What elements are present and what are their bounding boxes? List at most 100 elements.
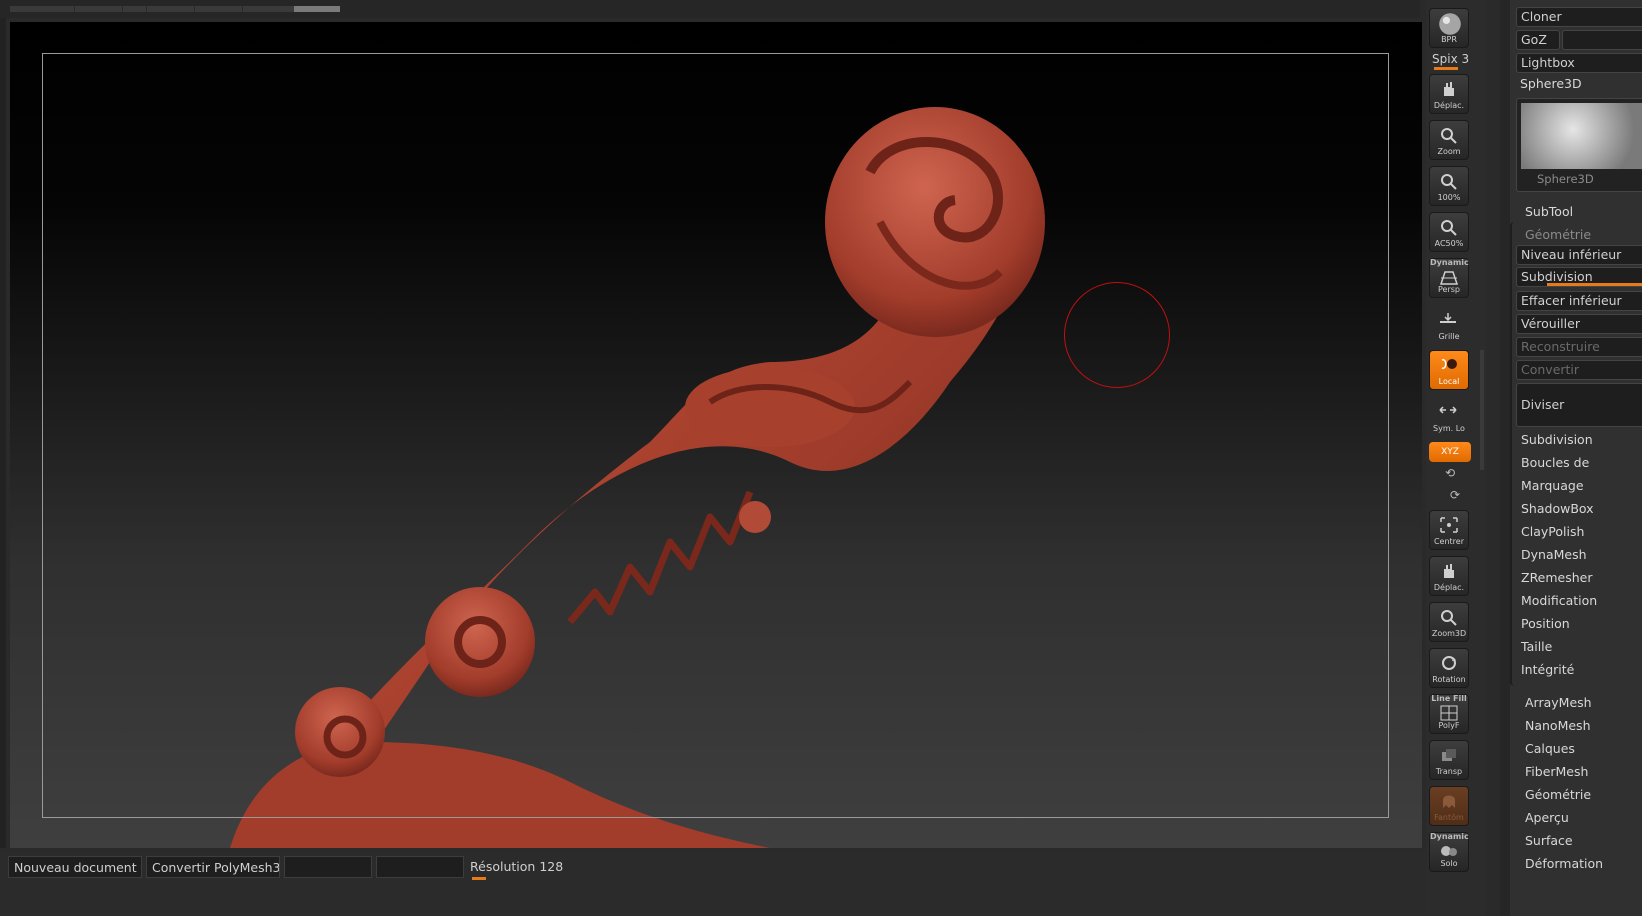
frame-icon: [1440, 517, 1458, 533]
solo-button[interactable]: Dynamic Solo: [1429, 832, 1469, 872]
delete-lower-button[interactable]: Effacer inférieur: [1516, 291, 1642, 311]
tool-label: AC50%: [1434, 239, 1464, 248]
lower-res-button[interactable]: Niveau inférieur: [1516, 245, 1642, 265]
solo-icon: [1441, 846, 1457, 856]
sphere-thumbnail: [1521, 103, 1642, 169]
tool-label: Zoom: [1437, 147, 1461, 156]
spix-slider[interactable]: Spix 3: [1432, 52, 1469, 70]
zoom-icon: [1441, 128, 1457, 144]
resolution-value: 128: [539, 859, 564, 874]
subtool-header[interactable]: SubTool: [1525, 204, 1573, 219]
y-rotation-icon[interactable]: ⟲: [1443, 466, 1457, 480]
geometry-item-subdivision[interactable]: Subdivision: [1521, 432, 1593, 447]
convert-button[interactable]: Convertir: [1516, 360, 1642, 380]
tool-label: Sym. Lo: [1433, 424, 1465, 433]
bpr-label: BPR: [1441, 35, 1457, 44]
tool-label: Grille: [1438, 332, 1460, 341]
xyz-rotation-button[interactable]: XYZ: [1429, 442, 1471, 462]
clone-button[interactable]: Cloner: [1516, 7, 1642, 27]
tool-thumbnail[interactable]: Sphere3D: [1516, 98, 1642, 192]
canvas-viewport[interactable]: [10, 22, 1422, 848]
section-geometry-hd[interactable]: Géométrie: [1525, 787, 1591, 802]
line-fill-label: Line Fill: [1431, 694, 1467, 703]
scrub-track[interactable]: [10, 6, 340, 12]
section-arraymesh[interactable]: ArrayMesh: [1525, 695, 1592, 710]
convert-polymesh-button[interactable]: Convertir PolyMesh3D: [146, 856, 280, 878]
goz-button[interactable]: GoZ: [1516, 30, 1560, 50]
left-tray-edge[interactable]: [0, 18, 6, 848]
move3d-button[interactable]: Déplac.: [1429, 556, 1469, 596]
polyframe-button[interactable]: Line Fill PolyF: [1429, 694, 1469, 734]
antialiased-half-button[interactable]: AC50%: [1429, 212, 1469, 252]
geometry-item-claypolish[interactable]: ClayPolish: [1521, 524, 1584, 539]
geometry-item-zremesher[interactable]: ZRemesher: [1521, 570, 1593, 585]
palette-divider[interactable]: [1500, 0, 1510, 916]
frame-button[interactable]: Centrer: [1429, 510, 1469, 550]
geometry-item-crease[interactable]: Marquage: [1521, 478, 1584, 493]
spix-slider-fill: [1434, 67, 1458, 70]
section-surface[interactable]: Surface: [1525, 833, 1573, 848]
new-document-button[interactable]: Nouveau document: [8, 856, 142, 878]
tool-label: Fantôm: [1434, 813, 1464, 822]
geometry-item-edgeloop[interactable]: Boucles de: [1521, 455, 1589, 470]
resolution-label: Résolution: [470, 859, 536, 874]
reconstruct-button[interactable]: Reconstruire: [1516, 337, 1642, 357]
local-button[interactable]: Local: [1429, 350, 1469, 390]
tool-label: Transp: [1435, 767, 1463, 776]
local-icon: [1441, 359, 1457, 369]
current-tool-name: Sphere3D: [1520, 76, 1582, 91]
geometry-item-size[interactable]: Taille: [1521, 639, 1552, 654]
section-fibermesh[interactable]: FiberMesh: [1525, 764, 1588, 779]
tool-palette: Cloner GoZ Lightbox Sphere3D Sphere3D Su…: [1500, 0, 1642, 916]
zoom3d-button[interactable]: Zoom3D: [1429, 602, 1469, 642]
bpr-button[interactable]: BPR: [1429, 8, 1469, 48]
geometry-item-integrity[interactable]: Intégrité: [1521, 662, 1574, 677]
scrub-thumb[interactable]: [294, 6, 340, 12]
tool-label: Persp: [1438, 285, 1460, 294]
move-button[interactable]: Déplac.: [1429, 74, 1469, 114]
ghost-icon: [1443, 795, 1455, 808]
section-nanomesh[interactable]: NanoMesh: [1525, 718, 1591, 733]
geometry-item-modify[interactable]: Modification: [1521, 593, 1597, 608]
z-rotation-icon[interactable]: ⟳: [1448, 488, 1462, 502]
local-symmetry-button[interactable]: Sym. Lo: [1429, 396, 1469, 436]
spix-label: Spix: [1432, 52, 1458, 66]
bottom-button-3[interactable]: [284, 856, 372, 878]
ghost-button[interactable]: Fantôm: [1429, 786, 1469, 826]
geometry-item-shadowbox[interactable]: ShadowBox: [1521, 501, 1594, 516]
thumbnail-caption: Sphere3D: [1537, 172, 1594, 186]
rotate-button[interactable]: Rotation: [1429, 648, 1469, 688]
tool-label: Rotation: [1432, 675, 1466, 684]
floor-button[interactable]: Grille: [1429, 304, 1469, 344]
zoom3d-icon: [1441, 610, 1457, 626]
section-deformation[interactable]: Déformation: [1525, 856, 1603, 871]
perspective-icon: [1439, 271, 1459, 285]
shelf-scrollbar[interactable]: [1480, 350, 1484, 470]
zoom-button[interactable]: Zoom: [1429, 120, 1469, 160]
divide-button[interactable]: Diviser: [1516, 383, 1642, 427]
geometry-item-dynamesh[interactable]: DynaMesh: [1521, 547, 1587, 562]
section-layers[interactable]: Calques: [1525, 741, 1575, 756]
track-segment: [242, 6, 243, 12]
lightbox-button[interactable]: Lightbox: [1516, 53, 1642, 73]
subdivision-level-label: Subdivision: [1521, 269, 1593, 284]
subdivision-slider-fill: [1547, 283, 1642, 286]
track-segment: [194, 6, 195, 12]
tool-label: Local: [1438, 377, 1460, 386]
resolution-slider[interactable]: Résolution 128: [470, 856, 564, 880]
bpr-icon: [1439, 13, 1461, 35]
perspective-button[interactable]: Dynamic Persp: [1429, 258, 1469, 298]
local-symmetry-icon: [1439, 406, 1457, 414]
actual-size-button[interactable]: 100%: [1429, 166, 1469, 206]
goz-all-button[interactable]: [1562, 30, 1642, 50]
freeze-button[interactable]: Vérouiller: [1516, 314, 1642, 334]
transparency-button[interactable]: Transp: [1429, 740, 1469, 780]
timeline-bar: [0, 0, 1420, 18]
bottom-button-4[interactable]: [376, 856, 464, 878]
subdivision-level-slider[interactable]: Subdivision: [1516, 267, 1642, 287]
geometry-item-position[interactable]: Position: [1521, 616, 1570, 631]
section-preview[interactable]: Aperçu: [1525, 810, 1569, 825]
polyframe-icon: [1440, 705, 1458, 721]
zoom-ac50-icon: [1441, 220, 1457, 236]
track-segment: [146, 6, 147, 12]
